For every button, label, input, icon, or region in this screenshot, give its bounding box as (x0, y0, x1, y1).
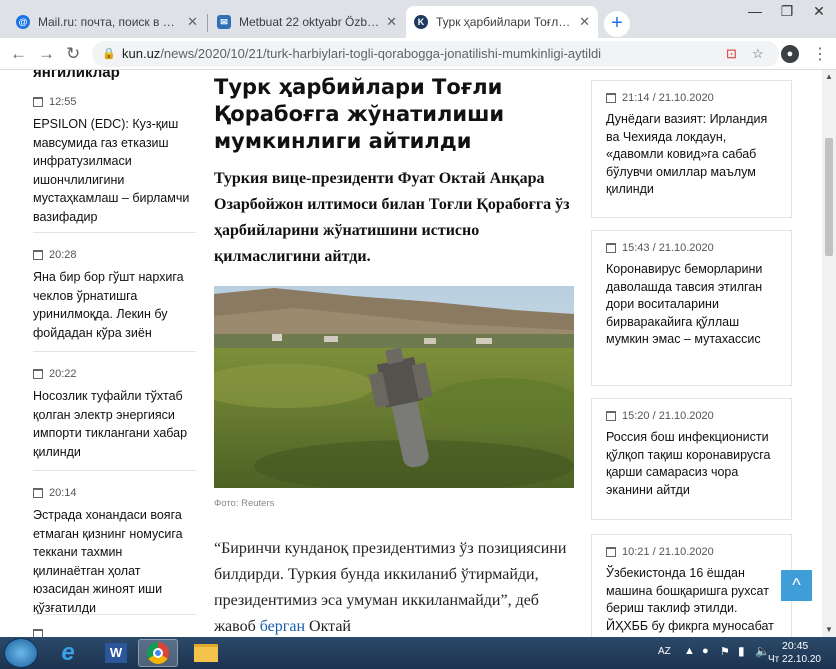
scroll-down-arrow-icon[interactable]: ▼ (822, 623, 836, 637)
profile-avatar-icon[interactable]: ● (781, 45, 799, 63)
new-tab-button[interactable]: + (604, 11, 630, 37)
browser-toolbar: ← → ↻ 🔒 kun.uz/news/2020/10/21/turk-harb… (0, 38, 836, 70)
photo-caption: Фото: Reuters (214, 498, 275, 509)
left-news-item[interactable]: 20:22 Носозлик туфайли тўхтаб қолган эле… (33, 368, 196, 461)
calendar-icon (606, 547, 616, 557)
divider (33, 351, 196, 352)
scroll-to-top-button[interactable]: ^ (781, 570, 812, 601)
minimize-icon[interactable]: — (740, 0, 770, 22)
clock-time[interactable]: 20:45 (782, 640, 808, 652)
shell-in-field-image (214, 286, 574, 488)
file-explorer-icon[interactable] (186, 639, 226, 667)
right-news-card[interactable]: 15:20 / 21.10.2020 Россия бош инфекциони… (591, 398, 792, 520)
left-news-item[interactable]: 12:55 EPSILON (EDC): Куз-қиш мавсумида г… (33, 96, 196, 226)
news-time: 15:20 / 21.10.2020 (622, 410, 714, 422)
calendar-icon (33, 629, 43, 637)
left-news-item[interactable]: 20:28 Яна бир бор гўшт нархига чеклов ўр… (33, 249, 196, 342)
tab-mailru[interactable]: @ Mail.ru: почта, поиск в интернет ✕ (8, 6, 206, 38)
article-link[interactable]: берган (260, 618, 305, 635)
forward-icon[interactable]: → (38, 44, 55, 64)
email-icon: ✉ (217, 15, 231, 29)
left-section-title: янгиликлар (33, 70, 120, 81)
language-indicator[interactable]: AZ (658, 646, 671, 657)
calendar-icon (33, 369, 43, 379)
article-lead-block: Туркия вице-президенти Фуат Октай Анқара… (214, 166, 576, 270)
news-time: 20:14 (49, 487, 77, 499)
left-news-item[interactable] (33, 629, 196, 637)
scrollbar-thumb[interactable] (825, 138, 833, 256)
clock-date[interactable]: Чт 22.10.20 (768, 654, 821, 665)
news-time: 20:28 (49, 249, 77, 261)
news-title[interactable]: EPSILON (EDC): Куз-қиш мавсумида газ етк… (33, 115, 196, 226)
url-path: /news/2020/10/21/turk-harbiylari-togli-q… (160, 46, 602, 61)
close-tab-icon[interactable]: ✕ (579, 14, 590, 30)
news-time: 12:55 (49, 96, 77, 108)
calendar-icon (606, 93, 616, 103)
news-title[interactable]: Дунёдаги вазият: Ирландия ва Чехияда лок… (606, 111, 777, 199)
calendar-icon (606, 411, 616, 421)
kun-uz-icon: K (414, 15, 428, 29)
show-hidden-icons-icon[interactable]: ▲ (684, 645, 695, 657)
news-time: 20:22 (49, 368, 77, 380)
news-time: 15:43 / 21.10.2020 (622, 242, 714, 254)
mailru-icon: @ (16, 15, 30, 29)
article-text: Октай (305, 618, 351, 635)
news-title[interactable]: Носозлик туфайли тўхтаб қолган электр эн… (33, 387, 196, 461)
article-headline-block: Турк ҳарбийлари Тоғли Қорабоғга жўнатили… (214, 74, 576, 155)
article-headline: Турк ҳарбийлари Тоғли Қорабоғга жўнатили… (214, 75, 505, 153)
bookmark-star-icon[interactable]: ☆ (752, 41, 764, 67)
news-time: 10:21 / 21.10.2020 (622, 546, 714, 558)
article-body: “Биринчи кунданоқ президентимиз ўз позиц… (214, 536, 576, 637)
menu-kebab-icon[interactable]: ⋮ (812, 44, 828, 64)
calendar-icon (33, 97, 43, 107)
article-lead: Туркия вице-президенти Фуат Октай Анқара… (214, 170, 570, 265)
tab-kun-uz[interactable]: K Турк ҳарбийлари Тоғли Қорабоғ ✕ (406, 6, 598, 38)
article-photo (214, 286, 574, 488)
internet-explorer-icon[interactable]: e (48, 639, 88, 667)
tab-title: Mail.ru: почта, поиск в интернет (38, 15, 182, 29)
flag-icon[interactable]: ⚑ (720, 645, 730, 658)
news-title[interactable]: Россия бош инфекционисти қўлқоп тақиш ко… (606, 429, 777, 499)
browser-tab-strip: @ Mail.ru: почта, поиск в интернет ✕ ✉ M… (0, 0, 836, 38)
divider (33, 614, 196, 615)
close-tab-icon[interactable]: ✕ (386, 14, 397, 30)
left-news-item[interactable]: 20:14 Эстрада хонандаси вояга етмаган қи… (33, 487, 196, 617)
back-icon[interactable]: ← (10, 44, 27, 64)
word-icon[interactable]: W (96, 639, 136, 667)
news-title[interactable]: Коронавирус беморларини даволашда тавсия… (606, 261, 777, 349)
tab-title: Турк ҳарбийлари Тоғли Қорабоғ (436, 15, 573, 29)
maximize-icon[interactable]: ❐ (772, 0, 802, 22)
tray-app-icon[interactable]: ● (702, 645, 709, 657)
start-button-icon[interactable] (4, 638, 38, 668)
right-news-card[interactable]: 10:21 / 21.10.2020 Ўзбекистонда 16 ёшдан… (591, 534, 792, 637)
page-viewport: янгиликлар 12:55 EPSILON (EDC): Куз-қиш … (0, 70, 822, 637)
close-window-icon[interactable]: ✕ (804, 0, 834, 22)
address-bar[interactable]: 🔒 kun.uz/news/2020/10/21/turk-harbiylari… (92, 41, 779, 67)
chrome-icon[interactable] (138, 639, 178, 667)
network-icon[interactable]: ▮ (738, 644, 745, 658)
divider (33, 470, 196, 471)
right-news-card[interactable]: 15:43 / 21.10.2020 Коронавирус беморлари… (591, 230, 792, 386)
calendar-icon (606, 243, 616, 253)
url-host: kun.uz (122, 46, 161, 61)
reload-icon[interactable]: ↻ (66, 44, 80, 64)
page-scrollbar[interactable]: ▲ ▼ (822, 70, 836, 637)
calendar-icon (33, 488, 43, 498)
right-news-card[interactable]: 21:14 / 21.10.2020 Дунёдаги вазият: Ирла… (591, 80, 792, 218)
blocked-popup-icon[interactable]: ⊡ (726, 41, 737, 67)
news-title[interactable]: Эстрада хонандаси вояга етмаган қизнинг … (33, 506, 196, 617)
scroll-up-arrow-icon[interactable]: ▲ (822, 70, 836, 84)
news-title[interactable]: Ўзбекистонда 16 ёшдан машина бошқаришга … (606, 565, 777, 637)
divider (33, 232, 196, 233)
windows-taskbar: e W AZ ▲ ● ⚑ ▮ 🔈 20:45 Чт 22.10.20 (0, 637, 836, 669)
close-tab-icon[interactable]: ✕ (187, 14, 198, 30)
tab-metbuat[interactable]: ✉ Metbuat 22 oktyabr Özbəkistan ✕ (209, 6, 405, 38)
tab-separator (207, 14, 208, 32)
lock-icon: 🔒 (102, 48, 116, 60)
news-title[interactable]: Яна бир бор гўшт нархига чеклов ўрнатишг… (33, 268, 196, 342)
news-time: 21:14 / 21.10.2020 (622, 92, 714, 104)
tab-title: Metbuat 22 oktyabr Özbəkistan (239, 15, 380, 29)
article-paragraph: “Биринчи кунданоқ президентимиз ўз позиц… (214, 536, 576, 637)
calendar-icon (33, 250, 43, 260)
